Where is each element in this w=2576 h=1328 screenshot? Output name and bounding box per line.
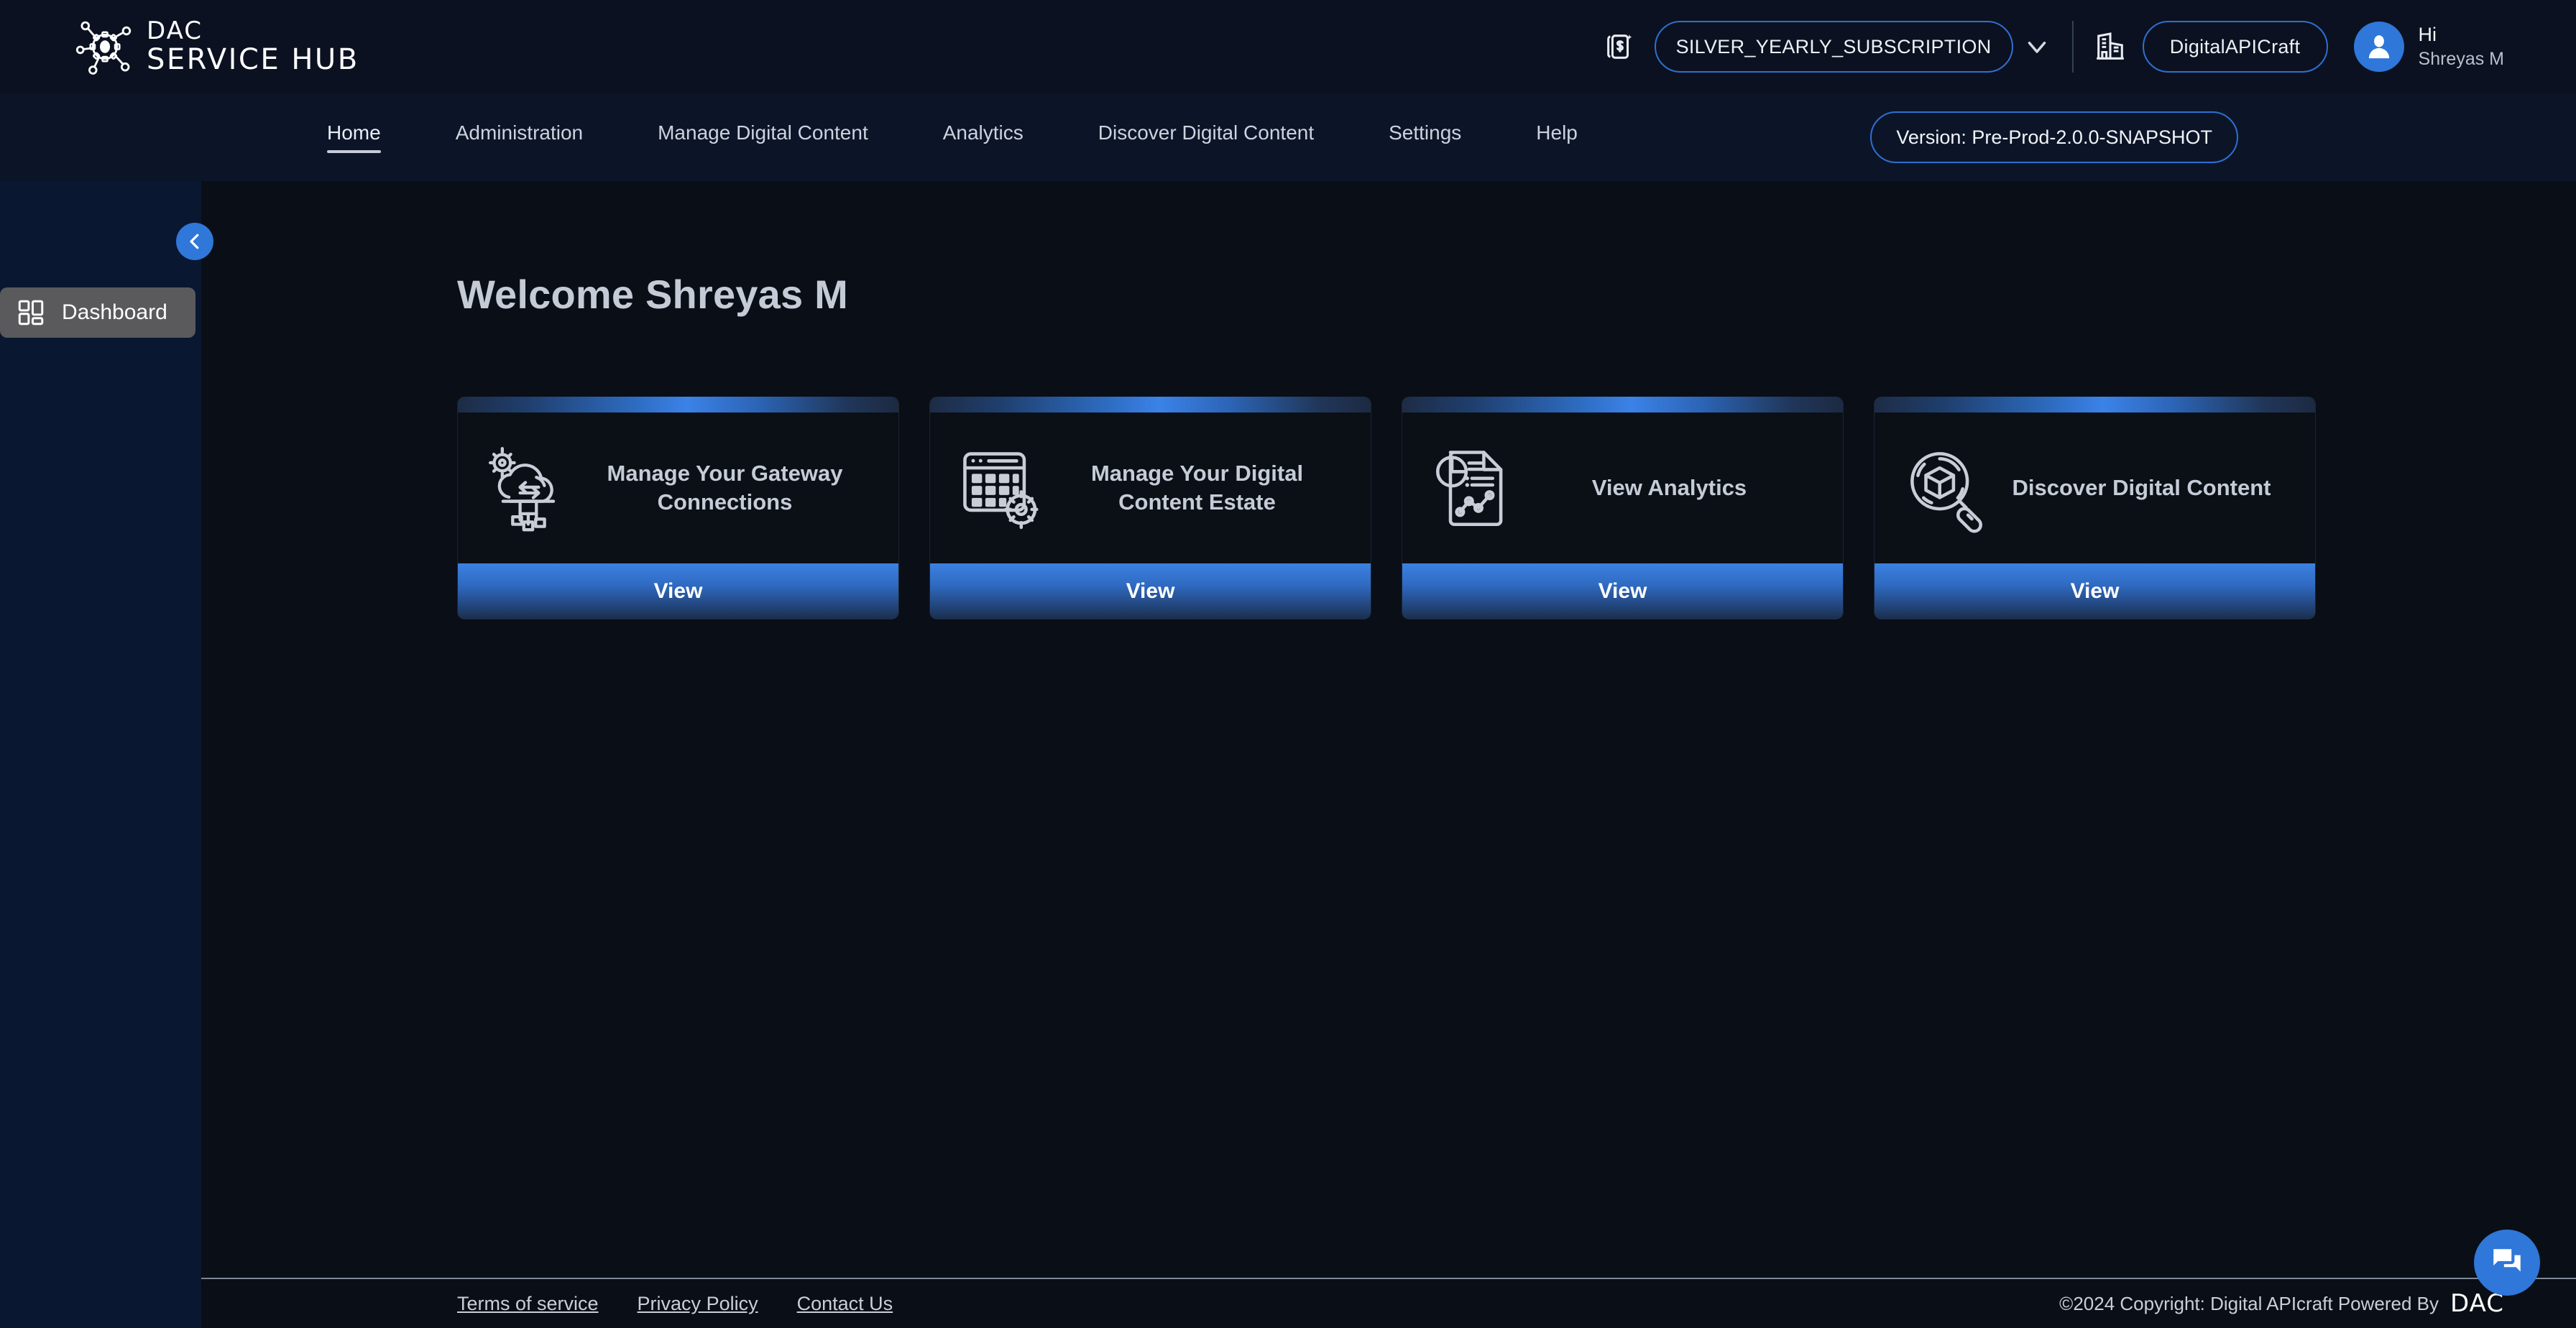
user-info[interactable]: Hi Shreyas M [2419, 22, 2504, 72]
nav-item-home[interactable]: Home [327, 121, 381, 153]
sidebar-item-dashboard[interactable]: Dashboard [0, 287, 196, 338]
dac-gear-network-logo-icon [75, 21, 132, 75]
subscription-value: SILVER_YEARLY_SUBSCRIPTION [1675, 35, 1992, 57]
chevron-down-icon[interactable] [2022, 32, 2052, 62]
sidebar-item-dashboard-label: Dashboard [62, 300, 167, 324]
sidebar [0, 181, 201, 1328]
card-accent-bar [1874, 397, 2315, 412]
analytics-report-icon [1435, 451, 1503, 527]
nav-item-help[interactable]: Help [1536, 121, 1578, 153]
card-title: Manage Your Gateway Connections [607, 461, 843, 515]
footer-link-contact-us[interactable]: Contact Us [797, 1293, 893, 1315]
top-header: DAC SERVICE HUB SILVER_YEARLY_SUBSCRIPTI… [0, 0, 2576, 93]
chat-bubbles-icon [2493, 1249, 2521, 1272]
card-accent-bar [458, 397, 898, 412]
nav-item-analytics[interactable]: Analytics [943, 121, 1024, 153]
card-body: Manage Your Digital Content Estate [930, 412, 1371, 563]
brand-line-2: SERVICE HUB [147, 42, 359, 76]
footer-link-privacy-policy[interactable]: Privacy Policy [638, 1293, 758, 1315]
header-right-cluster: SILVER_YEARLY_SUBSCRIPTION DigitalAPICra… [1603, 21, 2504, 73]
card-view-button[interactable]: View [1402, 563, 1843, 619]
chat-support-button[interactable] [2474, 1230, 2540, 1296]
card-title: Discover Digital Content [2012, 475, 2271, 501]
card-title: Manage Your Digital Content Estate [1090, 461, 1304, 515]
chevron-left-icon [190, 234, 199, 249]
nav-item-administration[interactable]: Administration [456, 121, 583, 153]
card-view-button[interactable]: View [1874, 563, 2315, 619]
avatar[interactable] [2353, 22, 2404, 72]
footer: Terms of service Privacy Policy Contact … [201, 1278, 2576, 1328]
version-label: Version: Pre-Prod-2.0.0-SNAPSHOT [1896, 126, 2212, 148]
money-card-icon [1606, 34, 1632, 59]
card-accent-bar [1402, 397, 1843, 412]
brand-text: DAC SERVICE HUB [147, 17, 359, 76]
subscription-selector[interactable]: SILVER_YEARLY_SUBSCRIPTION [1654, 21, 2013, 73]
card-body: View Analytics [1402, 412, 1843, 563]
card-body: Discover Digital Content [1874, 412, 2315, 563]
user-avatar-icon [2368, 35, 2389, 59]
main-navigation: Home Administration Manage Digital Conte… [0, 93, 2576, 181]
organization-selector[interactable]: DigitalAPICraft [2142, 21, 2328, 73]
nav-item-list: Home Administration Manage Digital Conte… [327, 121, 1578, 153]
brand-line-1: DAC [147, 17, 203, 46]
cloud-gateway-gear-icon [488, 446, 556, 532]
card-discover-digital-content[interactable]: Discover Digital Content View [1874, 397, 2316, 619]
card-manage-digital-content-estate[interactable]: Manage Your Digital Content Estate View [929, 397, 1371, 619]
card-accent-bar [930, 397, 1371, 412]
copyright: ©2024 Copyright: Digital APIcraft Powere… [2059, 1289, 2504, 1318]
brand-logo-block[interactable]: DAC SERVICE HUB [72, 15, 359, 78]
card-body: Manage Your Gateway Connections [458, 412, 898, 563]
dashboard-grid-icon [18, 300, 44, 326]
magnifier-cube-icon [1910, 452, 1982, 533]
page-title: Welcome Shreyas M [457, 272, 848, 317]
building-icon [2096, 32, 2124, 60]
sidebar-collapse-button[interactable] [176, 223, 213, 260]
content-grid-gear-icon [963, 452, 1039, 530]
nav-item-manage-digital-content[interactable]: Manage Digital Content [658, 121, 868, 153]
nav-item-settings[interactable]: Settings [1389, 121, 1461, 153]
user-name: Shreyas M [2418, 49, 2504, 70]
nav-item-discover-digital-content[interactable]: Discover Digital Content [1098, 121, 1314, 153]
footer-link-list: Terms of service Privacy Policy Contact … [457, 1293, 893, 1315]
app-root: DAC SERVICE HUB SILVER_YEARLY_SUBSCRIPTI… [0, 0, 2576, 1328]
card-view-button[interactable]: View [458, 563, 898, 619]
dashboard-card-list: Manage Your Gateway Connections View Man… [457, 397, 2316, 619]
organization-value: DigitalAPICraft [2169, 35, 2301, 57]
copyright-text: ©2024 Copyright: Digital APIcraft Powere… [2059, 1292, 2439, 1314]
card-title: View Analytics [1591, 475, 1747, 501]
header-divider [2071, 21, 2074, 73]
footer-link-terms-of-service[interactable]: Terms of service [457, 1293, 599, 1315]
card-view-button[interactable]: View [930, 563, 1371, 619]
card-manage-gateway-connections[interactable]: Manage Your Gateway Connections View [457, 397, 899, 619]
version-badge[interactable]: Version: Pre-Prod-2.0.0-SNAPSHOT [1870, 111, 2238, 163]
main-content: Welcome Shreyas M Manage Your Gateway Co… [201, 181, 2576, 1328]
card-view-analytics[interactable]: View Analytics View [1402, 397, 1844, 619]
user-greeting: Hi [2418, 23, 2437, 45]
